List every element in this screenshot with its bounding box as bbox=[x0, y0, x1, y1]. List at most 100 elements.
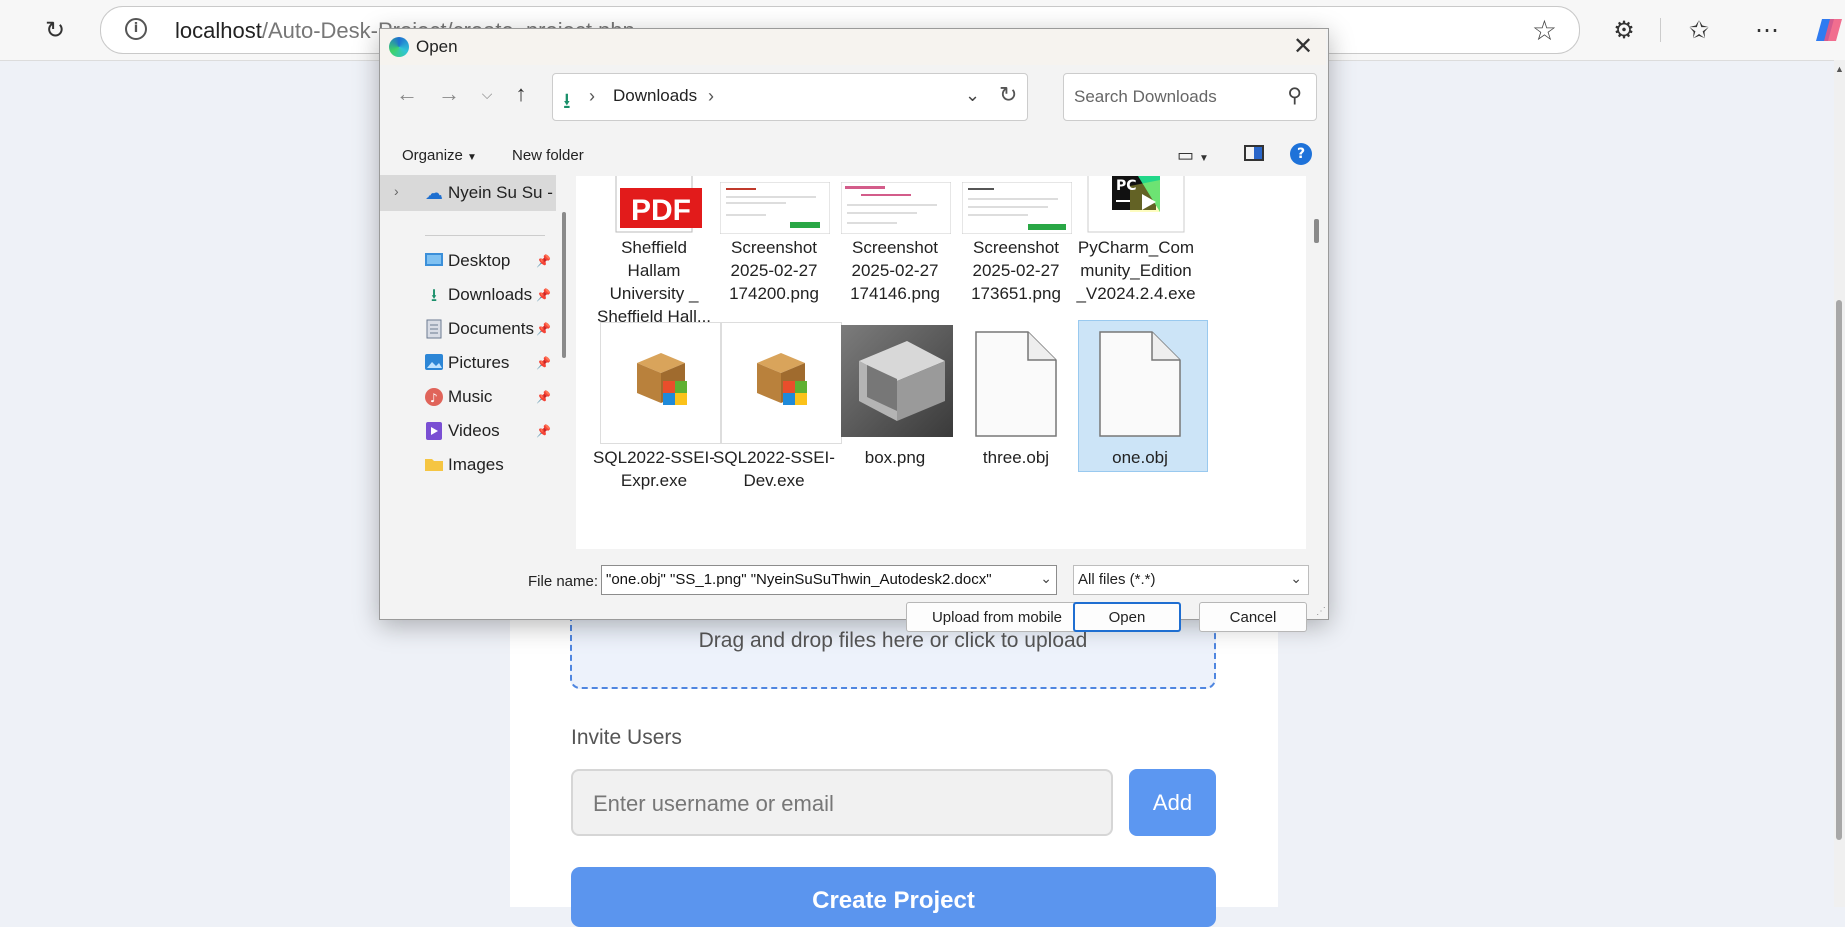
sidebar-item-label: Desktop bbox=[448, 251, 511, 270]
cancel-button[interactable]: Cancel bbox=[1199, 602, 1307, 632]
expand-chevron-icon[interactable]: › bbox=[394, 183, 399, 199]
file-item[interactable]: SQL2022-SSEI- Dev.exe bbox=[712, 322, 842, 490]
file-name: SQL2022-SSEI- Dev.exe bbox=[713, 448, 835, 490]
reload-icon[interactable]: ↻ bbox=[39, 14, 71, 46]
sidebar-item-downloads[interactable]: ⭳ Downloads 📌 bbox=[380, 277, 556, 313]
pin-icon: 📌 bbox=[536, 424, 551, 438]
blank-file-icon bbox=[1098, 330, 1182, 438]
navigation-pane: › ☁ Nyein Su Su - Desktop 📌 ⭳ Downloads … bbox=[380, 175, 556, 549]
open-file-dialog: Open ✕ ← → ⌵ ↑ ⭳ › Downloads › ⌄ ↻ Searc… bbox=[379, 28, 1329, 632]
sidebar-item-images[interactable]: Images bbox=[380, 447, 556, 483]
new-folder-button[interactable]: New folder bbox=[512, 147, 584, 164]
file-item[interactable]: three.obj bbox=[954, 322, 1078, 472]
sidebar-item-label: Music bbox=[448, 387, 493, 406]
file-name: Screenshot 2025-02-27 173651.png bbox=[971, 238, 1061, 303]
favorites-icon[interactable]: ✩ bbox=[1683, 14, 1715, 46]
file-name-value: "one.obj" "SS_1.png" "NyeinSuSuThwin_Aut… bbox=[606, 571, 992, 588]
folder-icon bbox=[424, 455, 444, 475]
breadcrumb-separator-icon[interactable]: › bbox=[589, 86, 595, 107]
extensions-icon[interactable]: ⚙ bbox=[1608, 14, 1640, 46]
svg-text:PDF: PDF bbox=[631, 194, 691, 227]
pin-icon: 📌 bbox=[536, 288, 551, 302]
invite-input-placeholder: Enter username or email bbox=[593, 791, 834, 816]
installer-icon bbox=[600, 322, 722, 444]
search-placeholder: Search Downloads bbox=[1074, 87, 1217, 106]
file-name-label: File name: bbox=[528, 573, 599, 590]
file-name: Sheffield Hallam University _ Sheffield Hal… bbox=[596, 238, 712, 326]
sidebar-item-desktop[interactable]: Desktop 📌 bbox=[380, 243, 556, 279]
breadcrumb-downloads[interactable]: Downloads bbox=[613, 86, 697, 106]
forward-arrow-icon[interactable]: → bbox=[434, 79, 464, 109]
svg-text:PC: PC bbox=[1116, 178, 1137, 194]
invite-users-label: Invite Users bbox=[571, 726, 682, 749]
file-name: Screenshot 2025-02-27 174200.png bbox=[729, 238, 819, 303]
upload-from-mobile-button[interactable]: Upload from mobile bbox=[906, 602, 1088, 632]
change-view-icon[interactable]: ▭ ▼ bbox=[1177, 145, 1209, 166]
screenshot-thumbnail bbox=[961, 181, 1073, 235]
search-icon[interactable]: ⚲ bbox=[1287, 83, 1302, 108]
file-name: three.obj bbox=[982, 448, 1050, 467]
file-item[interactable]: Screenshot 2025-02-27 173651.png bbox=[954, 176, 1078, 322]
sidebar-item-pictures[interactable]: Pictures 📌 bbox=[380, 345, 556, 381]
help-icon[interactable]: ? bbox=[1290, 143, 1312, 165]
download-icon: ⭳ bbox=[430, 285, 438, 305]
back-arrow-icon[interactable]: ← bbox=[392, 79, 422, 109]
page-scrollbar[interactable]: ▲ bbox=[1834, 60, 1845, 907]
chevron-down-icon[interactable]: ⌄ bbox=[1040, 570, 1052, 587]
path-breadcrumb-bar[interactable]: ⭳ › Downloads › ⌄ ↻ bbox=[552, 73, 1028, 121]
file-item[interactable]: Screenshot 2025-02-27 174200.png bbox=[712, 176, 836, 322]
site-info-icon[interactable]: i bbox=[125, 18, 147, 40]
downloads-path-icon: ⭳ bbox=[563, 88, 571, 113]
desktop-icon bbox=[424, 251, 444, 271]
music-icon: ♪ bbox=[424, 387, 444, 407]
screenshot-thumbnail bbox=[840, 181, 952, 235]
file-item[interactable]: PC PyCharm_Com munity_Edition _V2024.2.4.e… bbox=[1074, 176, 1198, 322]
file-type-select[interactable]: All files (*.*) ⌄ bbox=[1073, 565, 1309, 595]
file-item[interactable]: SQL2022-SSEI- Expr.exe bbox=[592, 322, 722, 490]
sidebar-item-documents[interactable]: Documents 📌 bbox=[380, 311, 556, 347]
file-name: Screenshot 2025-02-27 174146.png bbox=[850, 238, 940, 303]
create-project-button[interactable]: Create Project bbox=[571, 867, 1216, 927]
invite-user-input[interactable]: Enter username or email bbox=[571, 769, 1113, 836]
file-list-scrollbar[interactable] bbox=[1314, 219, 1319, 243]
sidebar-item-music[interactable]: ♪ Music 📌 bbox=[380, 379, 556, 415]
page-scrollbar-thumb[interactable] bbox=[1836, 300, 1842, 840]
navigation-pane-scrollbar[interactable] bbox=[562, 212, 566, 358]
recent-locations-chevron-icon[interactable]: ⌵ bbox=[472, 79, 502, 109]
path-dropdown-chevron-icon[interactable]: ⌄ bbox=[965, 85, 980, 106]
search-downloads-input[interactable]: Search Downloads ⚲ bbox=[1063, 73, 1317, 121]
file-name: SQL2022-SSEI- Expr.exe bbox=[593, 448, 715, 490]
open-button[interactable]: Open bbox=[1073, 602, 1181, 632]
breadcrumb-separator-icon[interactable]: › bbox=[708, 86, 714, 107]
sidebar-item-label: Pictures bbox=[448, 353, 510, 372]
screenshot-thumbnail bbox=[719, 181, 831, 235]
more-menu-icon[interactable]: ⋯ bbox=[1751, 14, 1783, 46]
copilot-icon[interactable] bbox=[1812, 14, 1845, 46]
file-item[interactable]: PDF Sheffield Hallam University _ Sheffield… bbox=[592, 176, 716, 326]
scroll-up-arrow-icon[interactable]: ▲ bbox=[1834, 64, 1845, 74]
sidebar-item-label: Downloads bbox=[448, 285, 533, 304]
add-user-button[interactable]: Add bbox=[1129, 769, 1216, 836]
file-name: PyCharm_Com munity_Edition _V2024.2.4.exe bbox=[1076, 238, 1196, 303]
sidebar-item-label: Images bbox=[448, 455, 504, 474]
chevron-down-icon[interactable]: ⌄ bbox=[1290, 570, 1302, 587]
file-item[interactable]: box.png bbox=[833, 322, 957, 472]
refresh-icon[interactable]: ↻ bbox=[999, 82, 1017, 108]
dialog-close-icon[interactable]: ✕ bbox=[1288, 32, 1318, 62]
sidebar-item-label: Videos bbox=[448, 421, 500, 440]
svg-text:♪: ♪ bbox=[430, 391, 438, 405]
file-name: box.png bbox=[864, 448, 926, 467]
up-folder-arrow-icon[interactable]: ↑ bbox=[506, 79, 536, 109]
file-item-selected[interactable]: one.obj bbox=[1074, 320, 1208, 472]
organize-menu-button[interactable]: Organize ▼ bbox=[402, 147, 477, 164]
sidebar-item-videos[interactable]: Videos 📌 bbox=[380, 413, 556, 449]
sidebar-item-onedrive[interactable]: › ☁ Nyein Su Su - bbox=[380, 175, 556, 211]
organize-label: Organize bbox=[402, 147, 463, 164]
preview-pane-icon[interactable] bbox=[1244, 145, 1264, 161]
file-item[interactable]: Screenshot 2025-02-27 174146.png bbox=[833, 176, 957, 322]
file-name-input[interactable]: "one.obj" "SS_1.png" "NyeinSuSuThwin_Aut… bbox=[601, 565, 1057, 595]
resize-grip-icon[interactable]: ⋰ bbox=[1316, 606, 1326, 617]
box-image-thumbnail bbox=[841, 325, 953, 437]
favorite-star-icon[interactable]: ☆ bbox=[1532, 14, 1557, 47]
pin-icon: 📌 bbox=[536, 390, 551, 404]
